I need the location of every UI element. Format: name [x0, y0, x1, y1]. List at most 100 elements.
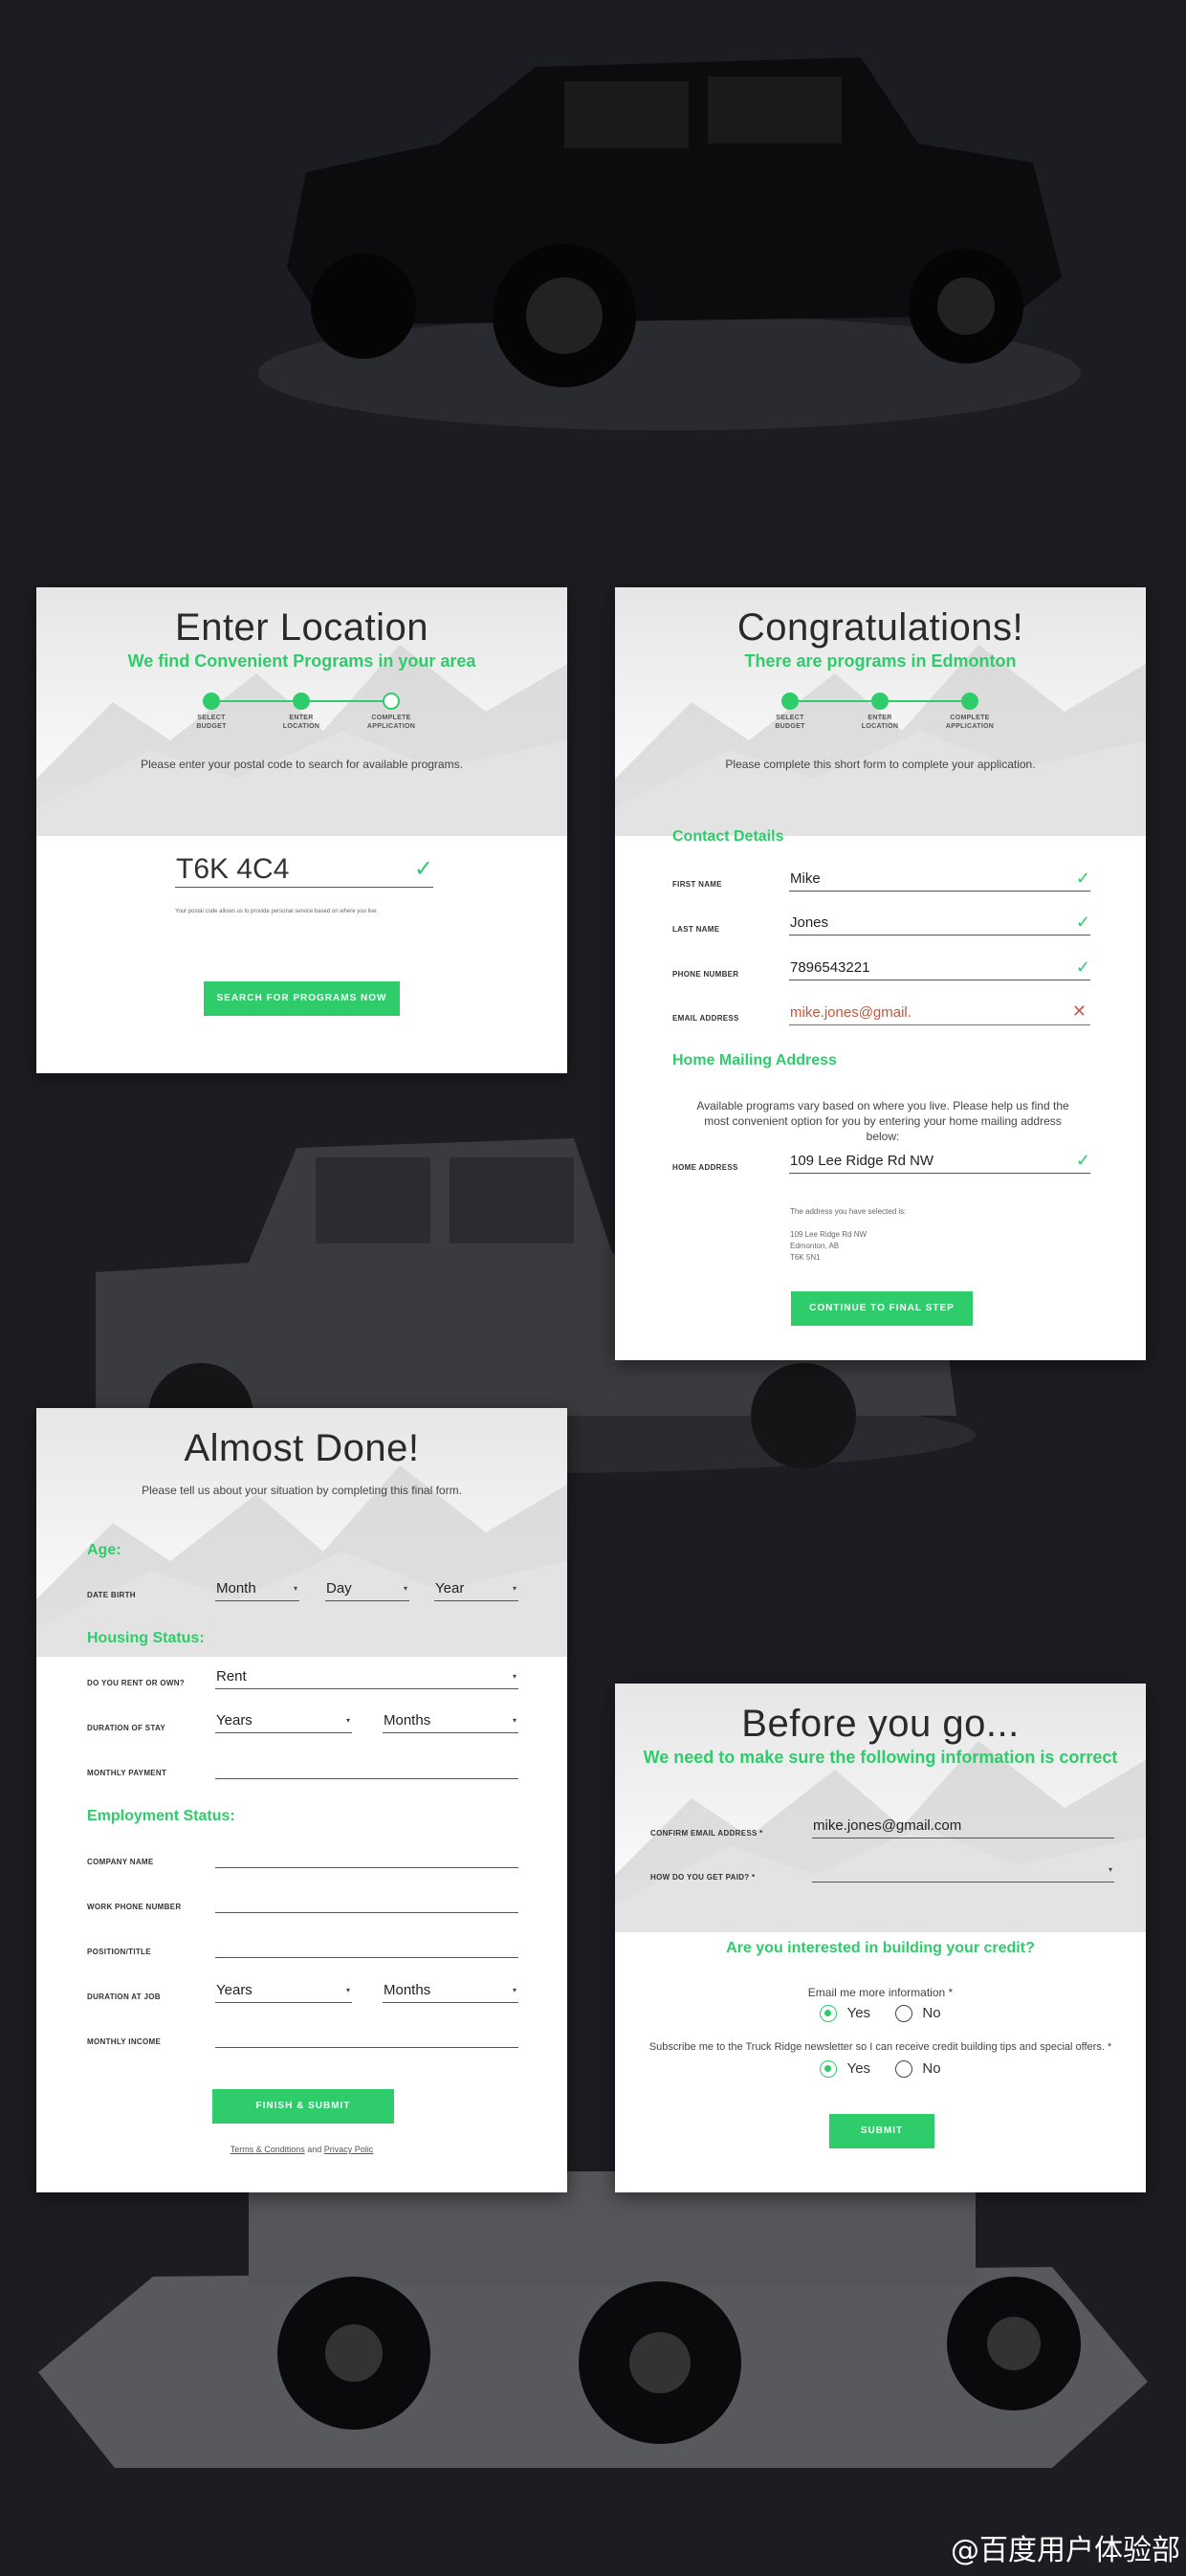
step-label: COMPLETE APPLICATION: [945, 715, 995, 730]
step-label: ENTER LOCATION: [861, 715, 899, 730]
page-title: Enter Location: [175, 606, 428, 649]
step-connector: [799, 700, 871, 702]
progress-steps: SELECT BUDGET ENTER LOCATION COMPLETE AP…: [36, 693, 567, 750]
rent-own-label: DO YOU RENT OR OWN?: [87, 1679, 185, 1687]
work-phone-input[interactable]: [215, 1892, 518, 1913]
monthly-payment-input[interactable]: [215, 1758, 518, 1779]
page-title: Before you go...: [741, 1703, 1020, 1745]
confirm-email-value: mike.jones@gmail.com: [813, 1817, 962, 1834]
progress-steps: SELECT BUDGET ENTER LOCATION COMPLETE AP…: [615, 693, 1146, 750]
terms-link[interactable]: Terms & Conditions: [231, 2145, 305, 2154]
instruction-text: Please tell us about your situation by c…: [142, 1484, 462, 1497]
last-name-label: LAST NAME: [672, 925, 720, 934]
postal-note: Your postal code allows us to provide pe…: [175, 909, 379, 914]
caret-down-icon: ▾: [512, 1986, 516, 1994]
job-years-select[interactable]: Years ▾: [215, 1982, 352, 2003]
dob-label: DATE BIRTH: [87, 1591, 136, 1599]
submit-button[interactable]: SUBMIT: [829, 2114, 934, 2148]
credit-question-heading: Are you interested in building your cred…: [726, 1940, 1035, 1956]
watermark-text: @百度用户体验部: [951, 2534, 1180, 2567]
page-subtitle: We need to make sure the following infor…: [643, 1748, 1118, 1767]
truck-image-bottom: [38, 2152, 1148, 2468]
selected-address-note: The address you have selected is:: [790, 1207, 907, 1216]
step-1-done: [203, 693, 220, 710]
privacy-link[interactable]: Privacy Polic: [324, 2145, 374, 2154]
final-form-card: Almost Done! Please tell us about your s…: [36, 1408, 567, 2192]
page-subtitle: There are programs in Edmonton: [744, 651, 1017, 671]
email-no-label: No: [922, 2005, 941, 2021]
caret-down-icon: ▾: [512, 1672, 516, 1681]
phone-input[interactable]: 7896543221 ✓: [789, 958, 1090, 980]
first-name-value: Mike: [790, 870, 821, 887]
mailing-instruction: Available programs vary based on where y…: [696, 1099, 1069, 1143]
housing-heading: Housing Status:: [87, 1630, 205, 1646]
postal-code-input[interactable]: T6K 4C4 ✓: [175, 853, 433, 888]
caret-down-icon: ▾: [293, 1584, 297, 1593]
step-label: ENTER LOCATION: [282, 715, 320, 730]
newsletter-no-radio[interactable]: [895, 2060, 913, 2079]
month-value: Month: [216, 1580, 256, 1596]
email-value: mike.jones@gmail.: [790, 1004, 911, 1021]
monthly-income-input[interactable]: [215, 2027, 518, 2048]
terms-row: Terms & Conditions and Privacy Polic: [36, 2145, 567, 2154]
continue-final-step-button[interactable]: CONTINUE TO FINAL STEP: [791, 1291, 973, 1326]
location-card: Enter Location We find Convenient Progra…: [36, 587, 567, 1073]
stay-duration-label: DURATION OF STAY: [87, 1724, 165, 1732]
step-1-done: [781, 693, 799, 710]
caret-down-icon: ▾: [345, 1716, 350, 1725]
caret-down-icon: ▾: [1108, 1865, 1112, 1874]
caret-down-icon: ▾: [512, 1584, 516, 1593]
step-2-done: [293, 693, 310, 710]
check-icon: ✓: [413, 856, 433, 882]
last-name-input[interactable]: Jones ✓: [789, 913, 1090, 936]
email-yes-label: Yes: [846, 2005, 871, 2021]
rent-own-select[interactable]: Rent ▾: [215, 1668, 518, 1689]
instruction-text: Please complete this short form to compl…: [725, 758, 1036, 771]
step-3-current: [383, 693, 400, 710]
year-value: Year: [435, 1580, 465, 1596]
terms-and: and: [307, 2145, 322, 2154]
address-line-2: Edmonton, AB: [790, 1242, 840, 1250]
last-name-value: Jones: [790, 914, 829, 931]
newsletter-options: Yes No: [615, 2060, 1146, 2079]
stay-years-select[interactable]: Years ▾: [215, 1712, 352, 1733]
newsletter-yes-radio[interactable]: [820, 2060, 838, 2079]
email-yes-radio[interactable]: [820, 2005, 838, 2023]
confirm-email-input[interactable]: mike.jones@gmail.com: [812, 1817, 1114, 1838]
work-phone-label: WORK PHONE NUMBER: [87, 1903, 182, 1911]
get-paid-select[interactable]: ▾: [812, 1861, 1114, 1882]
address-line-3: T6K 5N1: [790, 1253, 821, 1262]
check-icon: ✓: [1075, 869, 1090, 888]
postal-code-value: T6K 4C4: [176, 853, 290, 885]
instruction-text: Please enter your postal code to search …: [141, 758, 463, 771]
truck-image-top: [249, 29, 1090, 430]
company-name-input[interactable]: [215, 1847, 518, 1868]
day-select[interactable]: Day ▾: [325, 1580, 409, 1601]
job-months-value: Months: [384, 1982, 431, 1998]
month-select[interactable]: Month ▾: [215, 1580, 299, 1601]
step-2-done: [871, 693, 889, 710]
email-input[interactable]: mike.jones@gmail. ✕: [789, 1002, 1090, 1025]
phone-value: 7896543221: [790, 959, 870, 976]
stay-months-select[interactable]: Months ▾: [383, 1712, 518, 1733]
home-address-label: HOME ADDRESS: [672, 1163, 738, 1172]
stay-months-value: Months: [384, 1712, 431, 1728]
age-heading: Age:: [87, 1542, 121, 1558]
step-label: COMPLETE APPLICATION: [366, 715, 416, 730]
mailing-address-heading: Home Mailing Address: [672, 1052, 837, 1068]
search-programs-button[interactable]: SEARCH FOR PROGRAMS NOW: [204, 981, 400, 1016]
page-subtitle: We find Convenient Programs in your area: [127, 651, 476, 671]
phone-label: PHONE NUMBER: [672, 970, 739, 979]
finish-submit-button[interactable]: FINISH & SUBMIT: [212, 2089, 394, 2124]
caret-down-icon: ▾: [345, 1986, 350, 1994]
year-select[interactable]: Year ▾: [434, 1580, 518, 1601]
step-connector: [220, 700, 293, 702]
position-title-input[interactable]: [215, 1937, 518, 1958]
home-address-input[interactable]: 109 Lee Ridge Rd NW ✓: [789, 1151, 1090, 1174]
contact-card: Congratulations! There are programs in E…: [615, 587, 1146, 1360]
caret-down-icon: ▾: [512, 1716, 516, 1725]
job-months-select[interactable]: Months ▾: [383, 1982, 518, 2003]
first-name-input[interactable]: Mike ✓: [789, 869, 1090, 892]
page-title: Almost Done!: [184, 1427, 420, 1469]
email-no-radio[interactable]: [895, 2005, 913, 2023]
